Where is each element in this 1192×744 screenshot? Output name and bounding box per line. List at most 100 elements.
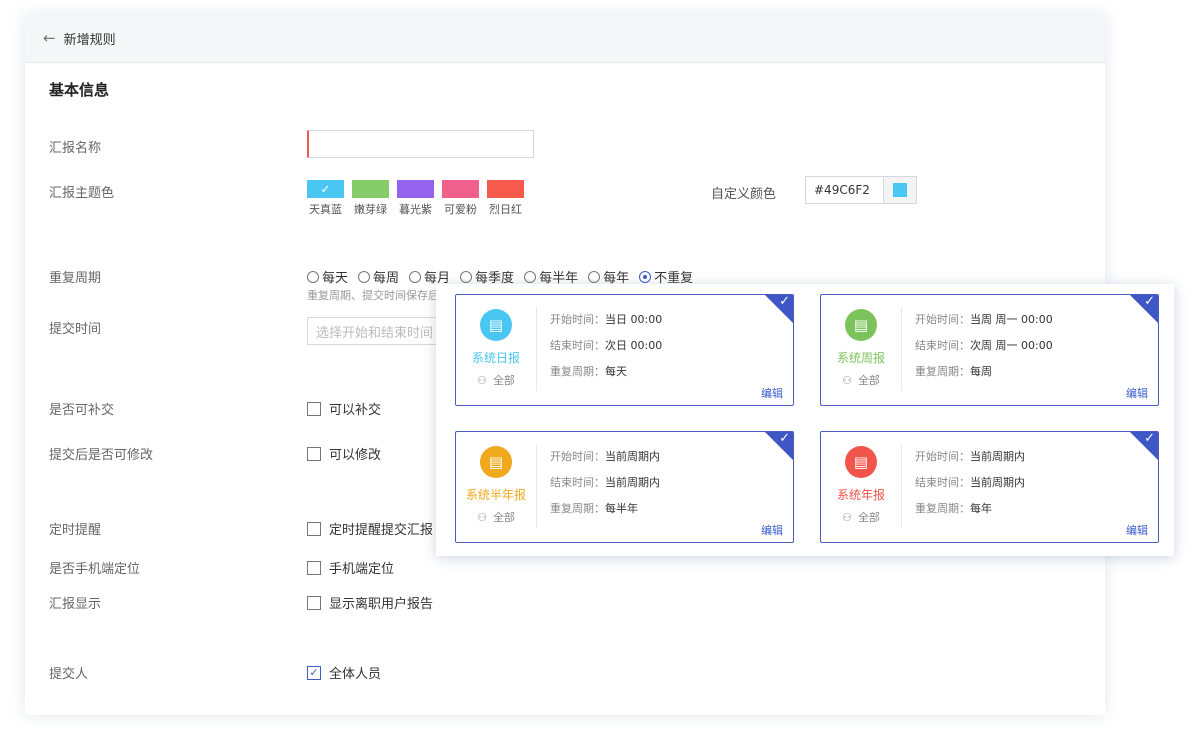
radio-label: 每周 <box>373 271 400 286</box>
check-icon: ✓ <box>779 294 790 309</box>
end-value: 当前周期内 <box>605 476 660 489</box>
edit-link[interactable]: 编辑 <box>761 522 783 538</box>
end-value: 次日 00:00 <box>605 339 663 352</box>
swatch-label: 烈日红 <box>489 203 522 216</box>
start-key: 开始时间： <box>550 313 605 326</box>
card-scope: ⚇ 全部 <box>842 509 880 525</box>
template-card-daily[interactable]: ✓ ▤ 系统日报 ⚇ 全部 开始时间：当日 00:00 结束时间：次日 00:00… <box>455 294 794 406</box>
swatch-label: 暮光紫 <box>399 203 432 216</box>
submit-time-input[interactable]: 选择开始和结束时间 <box>307 317 447 345</box>
repeat-label: 重复周期 <box>49 271 102 286</box>
swatch-label: 可爱粉 <box>444 203 477 216</box>
custom-color-label: 自定义颜色 <box>711 187 777 202</box>
swatch-pink[interactable]: 可爱粉 <box>442 180 479 217</box>
submitter-label: 提交人 <box>49 667 89 682</box>
report-name-input[interactable] <box>307 130 534 158</box>
swatch-label: 嫩芽绿 <box>354 203 387 216</box>
check-icon: ✓ <box>320 182 331 196</box>
swatch-red-box[interactable] <box>487 180 524 198</box>
modify-checkbox-label: 可以修改 <box>329 448 382 463</box>
remind-checkbox-label: 定时提醒提交汇报 <box>329 523 434 538</box>
modify-checkbox-row[interactable]: 可以修改 <box>307 444 381 463</box>
document-icon: ▤ <box>480 309 512 341</box>
start-key: 开始时间： <box>915 313 970 326</box>
radio-circle[interactable] <box>409 270 422 283</box>
swatch-blue-box[interactable]: ✓ <box>307 180 344 198</box>
repeat-value: 每年 <box>970 502 992 515</box>
start-value: 当周 周一 00:00 <box>970 313 1053 326</box>
swatch-blue[interactable]: ✓ 天真蓝 <box>307 180 344 217</box>
radio-daily[interactable]: 每天 <box>307 267 348 286</box>
check-icon: ✓ <box>309 666 319 679</box>
radio-circle[interactable] <box>524 270 537 283</box>
card-scope: ⚇ 全部 <box>477 372 515 388</box>
repeat-value: 每天 <box>605 365 627 378</box>
theme-color-label: 汇报主题色 <box>49 186 115 201</box>
remind-checkbox-row[interactable]: 定时提醒提交汇报 <box>307 519 433 538</box>
template-card-half-yearly[interactable]: ✓ ▤ 系统半年报 ⚇ 全部 开始时间：当前周期内 结束时间：当前周期内 重复周期… <box>455 431 794 543</box>
late-checkbox[interactable] <box>307 401 321 416</box>
edit-link[interactable]: 编辑 <box>761 385 783 401</box>
locate-checkbox-row[interactable]: 手机端定位 <box>307 558 394 577</box>
page-title: 新增规则 <box>63 33 116 48</box>
card-divider <box>901 307 902 391</box>
custom-color-field[interactable]: #49C6F2 <box>805 176 917 204</box>
check-icon: ✓ <box>1144 294 1155 309</box>
card-summary: ▤ 系统年报 ⚇ 全部 <box>821 432 901 542</box>
swatch-purple[interactable]: 暮光紫 <box>397 180 434 217</box>
start-value: 当日 00:00 <box>605 313 663 326</box>
swatch-green-box[interactable] <box>352 180 389 198</box>
swatch-pink-box[interactable] <box>442 180 479 198</box>
check-icon: ✓ <box>779 431 790 446</box>
display-checkbox-label: 显示离职用户报告 <box>329 597 434 612</box>
remind-checkbox[interactable] <box>307 521 321 536</box>
color-preview-swatch <box>893 183 908 197</box>
page-header: ← 新增规则 <box>25 15 1105 63</box>
repeat-key: 重复周期： <box>550 365 605 378</box>
end-key: 结束时间： <box>915 476 970 489</box>
radio-weekly[interactable]: 每周 <box>358 267 399 286</box>
display-label: 汇报显示 <box>49 597 102 612</box>
document-icon: ▤ <box>845 309 877 341</box>
display-checkbox[interactable] <box>307 595 321 610</box>
late-checkbox-row[interactable]: 可以补交 <box>307 399 381 418</box>
back-arrow-icon[interactable]: ← <box>43 31 56 46</box>
start-key: 开始时间： <box>550 450 605 463</box>
card-details: 开始时间：当日 00:00 结束时间：次日 00:00 重复周期：每天 <box>550 311 662 389</box>
submitter-checkbox[interactable]: ✓ <box>307 665 321 680</box>
custom-color-value[interactable]: #49C6F2 <box>806 183 883 197</box>
repeat-value: 每半年 <box>605 502 638 515</box>
submitter-checkbox-row[interactable]: ✓ 全体人员 <box>307 663 381 682</box>
template-card-weekly[interactable]: ✓ ▤ 系统周报 ⚇ 全部 开始时间：当周 周一 00:00 结束时间：次周 周一… <box>820 294 1159 406</box>
document-icon: ▤ <box>480 446 512 478</box>
card-summary: ▤ 系统半年报 ⚇ 全部 <box>456 432 536 542</box>
locate-label: 是否手机端定位 <box>49 562 141 577</box>
locate-checkbox[interactable] <box>307 560 321 575</box>
end-key: 结束时间： <box>550 476 605 489</box>
radio-circle[interactable] <box>358 270 371 283</box>
edit-link[interactable]: 编辑 <box>1126 522 1148 538</box>
name-label: 汇报名称 <box>49 141 102 156</box>
template-card-yearly[interactable]: ✓ ▤ 系统年报 ⚇ 全部 开始时间：当前周期内 结束时间：当前周期内 重复周期：… <box>820 431 1159 543</box>
display-checkbox-row[interactable]: 显示离职用户报告 <box>307 593 433 612</box>
swatch-label: 天真蓝 <box>309 203 342 216</box>
swatch-green[interactable]: 嫩芽绿 <box>352 180 389 217</box>
scope-text: 全部 <box>492 511 515 524</box>
users-icon: ⚇ <box>477 510 487 524</box>
card-summary: ▤ 系统周报 ⚇ 全部 <box>821 295 901 405</box>
repeat-key: 重复周期： <box>915 365 970 378</box>
edit-link[interactable]: 编辑 <box>1126 385 1148 401</box>
swatch-purple-box[interactable] <box>397 180 434 198</box>
start-key: 开始时间： <box>915 450 970 463</box>
radio-circle[interactable] <box>460 270 473 283</box>
color-picker-button[interactable] <box>883 177 916 203</box>
card-scope: ⚇ 全部 <box>477 509 515 525</box>
card-name: 系统半年报 <box>465 488 526 502</box>
swatch-red[interactable]: 烈日红 <box>487 180 524 217</box>
users-icon: ⚇ <box>477 373 487 387</box>
radio-circle-selected[interactable] <box>639 270 652 283</box>
card-name: 系统日报 <box>471 351 520 365</box>
radio-circle[interactable] <box>307 270 319 283</box>
modify-checkbox[interactable] <box>307 446 321 461</box>
radio-circle[interactable] <box>588 270 601 283</box>
